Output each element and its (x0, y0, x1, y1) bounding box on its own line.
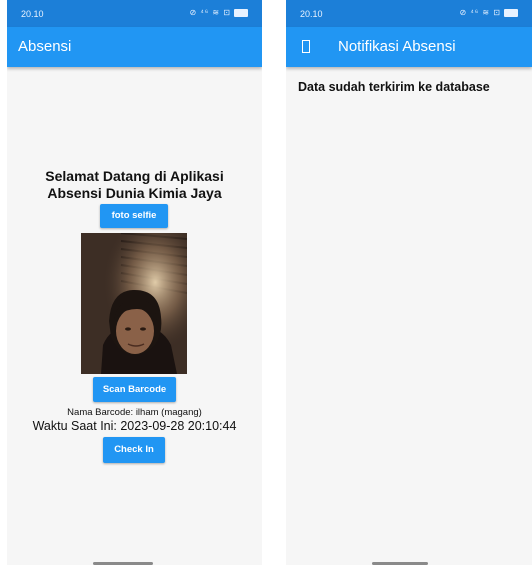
scan-barcode-button[interactable]: Scan Barcode (93, 377, 176, 402)
current-time-text: Waktu Saat Ini: 2023-09-28 20:10:44 (32, 419, 237, 433)
absensi-screen: 20.10 ⊘ ⁴⁶ ≋ ⊡ Absensi Selamat Datang di… (7, 0, 262, 565)
status-bar: 20.10 ⊘ ⁴⁶ ≋ ⊡ (7, 0, 262, 27)
selfie-button[interactable]: foto selfie (100, 204, 168, 228)
status-bar: 20.10 ⊘ ⁴⁶ ≋ ⊡ (286, 0, 532, 27)
app-bar: Notifikasi Absensi (286, 27, 532, 67)
battery-icon (234, 8, 248, 17)
main-content: Selamat Datang di Aplikasi Absensi Dunia… (7, 67, 262, 565)
selfie-image (81, 233, 187, 374)
app-bar-title: Notifikasi Absensi (338, 38, 456, 55)
app-bar: Absensi (7, 27, 262, 67)
status-time: 20.10 (300, 9, 323, 19)
status-icons: ⊘ ⁴⁶ ≋ ⊡ (189, 8, 248, 17)
check-in-button[interactable]: Check In (103, 437, 165, 463)
battery-icon (504, 8, 518, 17)
welcome-text: Selamat Datang di Aplikasi Absensi Dunia… (45, 168, 224, 201)
confirmation-message: Data sudah terkirim ke database (298, 80, 490, 94)
status-icons: ⊘ ⁴⁶ ≋ ⊡ (459, 8, 518, 17)
app-bar-title: Absensi (18, 38, 72, 55)
notifikasi-screen: 20.10 ⊘ ⁴⁶ ≋ ⊡ Notifikasi Absensi Data s… (286, 0, 532, 565)
selfie-photo (81, 233, 187, 374)
barcode-name-text: Nama Barcode: ilham (magang) (67, 407, 202, 418)
signal-wifi-icons: ⊘ ⁴⁶ ≋ ⊡ (459, 8, 501, 17)
status-time: 20.10 (21, 9, 44, 19)
signal-wifi-icons: ⊘ ⁴⁶ ≋ ⊡ (189, 8, 231, 17)
back-icon[interactable] (302, 40, 310, 53)
